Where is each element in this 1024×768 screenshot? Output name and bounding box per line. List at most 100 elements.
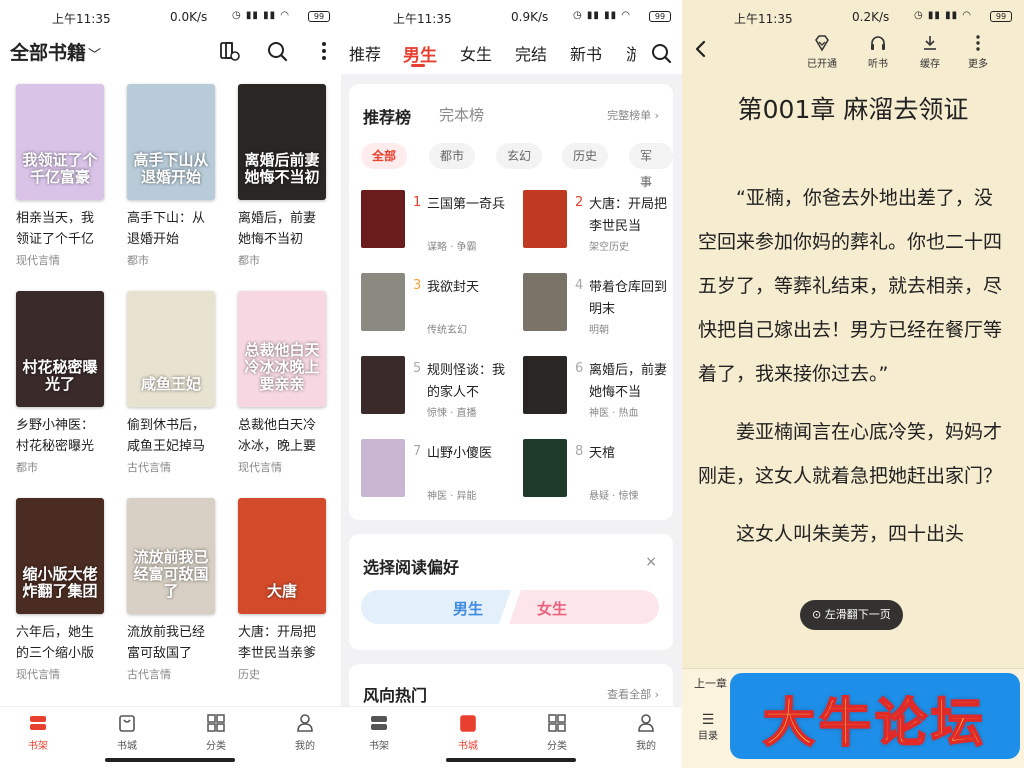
book-item[interactable]: 村花秘密曝光了乡野小神医：村花秘密曝光都市 — [16, 291, 106, 475]
search-icon[interactable] — [650, 42, 672, 64]
book-cover[interactable]: 流放前我已经富可敌国了 — [127, 498, 215, 614]
chapter-text[interactable]: “亚楠，你爸去外地出差了，没空回来参加你妈的葬礼。你也二十四五岁了，等葬礼结束，… — [698, 176, 1008, 570]
book-cover[interactable]: 村花秘密曝光了 — [16, 291, 104, 407]
tab-store-bag[interactable]: 书城 — [438, 713, 498, 752]
rank-book-tags: 传统玄幻 — [427, 325, 467, 336]
genre-chip[interactable]: 全部 — [361, 143, 408, 169]
book-category: 都市 — [16, 461, 38, 474]
book-title[interactable]: 乡野小神医：村花秘密曝光 — [16, 415, 106, 457]
reader-tool-vip-diamond[interactable]: 已开通 — [800, 34, 844, 70]
book-cover[interactable]: 离婚后前妻她悔不当初 — [238, 84, 326, 200]
table-of-contents-button[interactable]: ☰ 目录 — [694, 713, 722, 742]
book-manage-icon[interactable] — [218, 40, 240, 62]
tab-recommend-rank[interactable]: 推荐榜 — [363, 104, 411, 128]
book-item[interactable]: 缩小版大佬炸翻了集团 六年后，她生的三个缩小版 现代言情 — [16, 498, 106, 682]
rank-item[interactable]: 2 大唐：开局把李世民当 架空历史 — [523, 190, 673, 253]
tab-bookshelf[interactable]: 书架 — [349, 713, 409, 752]
category-tab[interactable]: 推荐 — [349, 41, 381, 65]
more-vertical-icon — [969, 34, 987, 52]
rank-item[interactable]: 7 山野小傻医 神医 · 异能 — [361, 439, 511, 502]
shelf-filter-dropdown[interactable]: 全部书籍 ﹀ — [10, 38, 101, 65]
reader-tool-label: 已开通 — [807, 59, 837, 70]
rank-number: 7 — [413, 444, 422, 459]
reader-toolbar: 已开通 听书 缓存 更多 — [682, 34, 1024, 70]
rank-item[interactable]: 5 规则怪谈：我的家人不 惊悚 · 直播 — [361, 356, 511, 419]
category-tab[interactable]: 完结 — [515, 41, 547, 65]
rank-number: 2 — [575, 195, 584, 210]
reader-tool-headphones[interactable]: 听书 — [856, 34, 900, 70]
genre-chip[interactable]: 玄幻 — [496, 143, 543, 169]
battery-icon: 99 — [649, 11, 671, 22]
category-tab[interactable]: 男生 — [403, 41, 437, 66]
rank-number: 5 — [413, 361, 422, 376]
home-indicator[interactable] — [446, 758, 576, 762]
rank-book-tags: 悬疑 · 惊悚 — [589, 491, 639, 502]
category-tab[interactable]: 游 — [626, 41, 636, 65]
genre-chip[interactable]: 军事 — [629, 143, 673, 189]
book-title[interactable]: 流放前我已经富可敌国了 — [127, 622, 217, 664]
book-item[interactable]: 我领证了个千亿富豪 相亲当天，我领证了个千亿 现代言情 — [16, 84, 106, 268]
tab-store-bag[interactable]: 书城 — [97, 713, 157, 752]
book-item[interactable]: 离婚后前妻她悔不当初 离婚后，前妻她悔不当初 都市 — [238, 84, 328, 268]
rank-item[interactable]: 8 天棺 悬疑 · 惊悚 — [523, 439, 673, 502]
book-cover[interactable]: 缩小版大佬炸翻了集团 — [16, 498, 104, 614]
book-title[interactable]: 六年后，她生的三个缩小版 — [16, 622, 106, 664]
rank-item[interactable]: 1 三国第一奇兵 谋略 · 争霸 — [361, 190, 511, 253]
search-icon[interactable] — [266, 40, 288, 62]
female-preference-button[interactable]: 女生 — [509, 590, 659, 624]
reader-tool-more-vertical[interactable]: 更多 — [956, 34, 1000, 70]
category-tab[interactable]: 女生 — [460, 41, 492, 65]
view-all-link[interactable]: 查看全部 › — [607, 686, 659, 702]
category-tab[interactable]: 新书 — [570, 41, 602, 65]
close-icon[interactable]: × — [645, 554, 657, 570]
tab-profile[interactable]: 我的 — [275, 713, 335, 752]
cover-title: 缩小版大佬炸翻了集团 — [22, 565, 98, 600]
rank-book-title: 山野小傻医 — [427, 446, 493, 461]
prev-chapter-button[interactable]: 上一章 — [694, 675, 727, 691]
book-cover[interactable]: 我领证了个千亿富豪 — [16, 84, 104, 200]
full-rank-link[interactable]: 完整榜单 › — [607, 107, 659, 123]
battery-icon: 99 — [990, 11, 1012, 22]
back-arrow-icon[interactable] — [692, 40, 710, 58]
book-item[interactable]: 流放前我已经富可敌国了 流放前我已经富可敌国了 古代言情 — [127, 498, 217, 682]
book-cover[interactable]: 咸鱼王妃 — [127, 291, 215, 407]
bookstore-panel: 上午11:35 0.9K/s ◷ ▮▮ ▮▮ ◠ 99 推荐 男生 女生 完结 新书游 … — [341, 0, 682, 768]
tab-profile[interactable]: 我的 — [616, 713, 676, 752]
tab-grid[interactable]: 分类 — [186, 713, 246, 752]
rank-book-cover — [523, 190, 567, 248]
book-cover[interactable]: 高手下山从退婚开始 — [127, 84, 215, 200]
rank-item[interactable]: 3 我欲封天 传统玄幻 — [361, 273, 511, 336]
book-item[interactable]: 大唐 大唐：开局把李世民当亲爹 历史 — [238, 498, 328, 682]
book-title[interactable]: 总裁他白天冷冰冰，晚上要 — [238, 415, 328, 457]
rank-book-title: 天棺 — [589, 446, 616, 461]
rank-item[interactable]: 6 离婚后，前妻她悔不当 神医 · 热血 — [523, 356, 673, 419]
book-cover[interactable]: 总裁他白天冷冰冰晚上要亲亲 — [238, 291, 326, 407]
genre-chip[interactable]: 都市 — [429, 143, 476, 169]
rank-book-tags: 架空历史 — [589, 242, 629, 253]
book-title[interactable]: 偷到休书后，咸鱼王妃掉马 — [127, 415, 217, 457]
book-title[interactable]: 相亲当天，我领证了个千亿 — [16, 208, 106, 250]
status-time: 上午11:35 — [52, 12, 111, 26]
rank-book-title: 规则怪谈：我的家人不 — [427, 363, 506, 400]
genre-chip[interactable]: 历史 — [562, 143, 609, 169]
tab-grid[interactable]: 分类 — [527, 713, 587, 752]
swipe-hint-text: 左滑翻下一页 — [824, 608, 891, 621]
book-item[interactable]: 高手下山从退婚开始 高手下山：从退婚开始 都市 — [127, 84, 217, 268]
book-title[interactable]: 高手下山：从退婚开始 — [127, 208, 217, 250]
book-title[interactable]: 大唐：开局把李世民当亲爹 — [238, 622, 328, 664]
signal-wifi-icon: ◷ ▮▮ ▮▮ ◠ — [573, 10, 631, 21]
tab-finished-rank[interactable]: 完本榜 — [439, 104, 484, 125]
tab-bookshelf[interactable]: 书架 — [8, 713, 68, 752]
rank-item[interactable]: 4 带着仓库回到明末 明朝 — [523, 273, 673, 336]
home-indicator[interactable] — [105, 758, 235, 762]
more-vertical-icon[interactable] — [313, 40, 335, 62]
book-title[interactable]: 离婚后，前妻她悔不当初 — [238, 208, 328, 250]
reader-tool-download[interactable]: 缓存 — [908, 34, 952, 70]
view-all-label: 查看全部 — [607, 688, 652, 701]
book-item[interactable]: 总裁他白天冷冰冰晚上要亲亲 总裁他白天冷冰冰，晚上要 现代言情 — [238, 291, 328, 475]
book-item[interactable]: 咸鱼王妃 偷到休书后，咸鱼王妃掉马 古代言情 — [127, 291, 217, 475]
headphones-icon — [869, 34, 887, 52]
paragraph: 姜亚楠闻言在心底冷笑，妈妈才刚走，这女人就着急把她赶出家门？ — [698, 421, 1003, 487]
book-cover[interactable]: 大唐 — [238, 498, 326, 614]
male-preference-button[interactable]: 男生 — [361, 590, 511, 624]
